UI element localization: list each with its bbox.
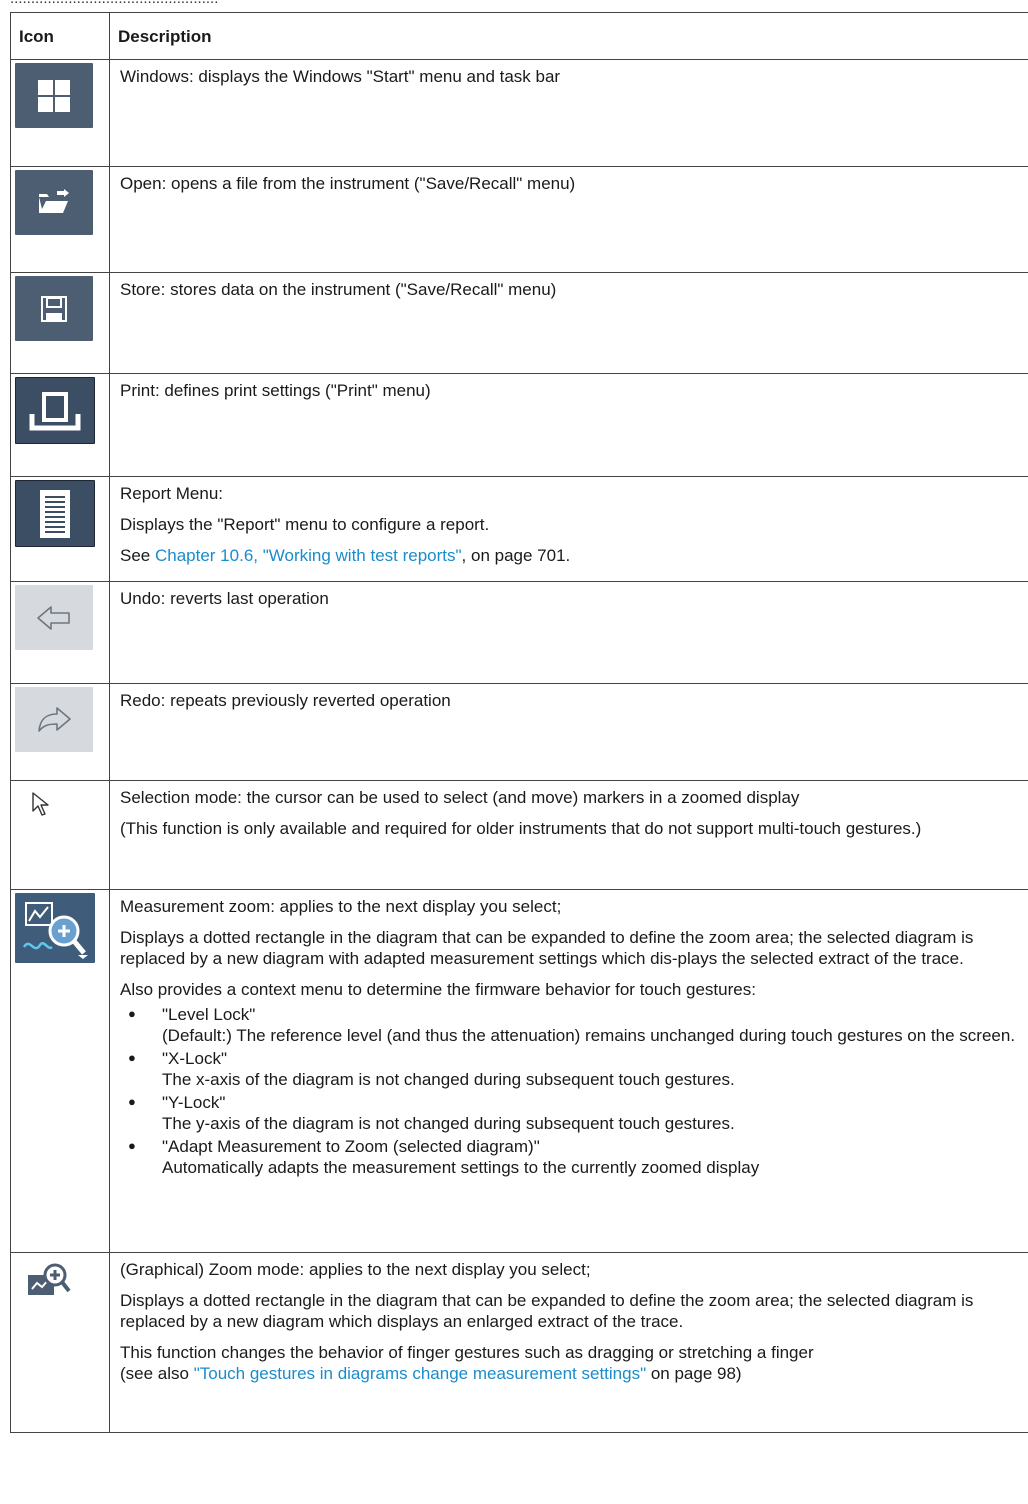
measurement-zoom-icon [15,893,95,963]
table-row: (Graphical) Zoom mode: applies to the ne… [10,1252,1028,1433]
open-folder-icon [15,170,93,235]
description-text: Store: stores data on the instrument ("S… [120,280,557,299]
table-row: Open: opens a file from the instrument (… [10,166,1028,273]
chapter-link[interactable]: Chapter 10.6, "Working with test reports… [155,546,462,565]
description-text: Selection mode: the cursor can be used t… [120,788,800,807]
description-text: (This function is only available and req… [120,819,922,838]
table-row: Measurement zoom: applies to the next di… [10,889,1028,1253]
icon-table: Icon Description Windows: displays the W… [10,12,1028,1433]
see-reference: (see also "Touch gestures in diagrams ch… [120,1363,1019,1384]
table-row: Redo: repeats previously reverted operat… [10,683,1028,781]
see-suffix: , on page 701. [461,546,571,565]
description-text: (Graphical) Zoom mode: applies to the ne… [120,1260,591,1279]
description-text: Redo: repeats previously reverted operat… [120,691,451,710]
table-row: Report Menu: Displays the "Report" menu … [10,476,1028,582]
column-header-icon: Icon [10,12,110,60]
table-row: Windows: displays the Windows "Start" me… [10,59,1028,167]
list-item: "X-Lock"The x-axis of the diagram is not… [120,1047,1019,1090]
graphical-zoom-icon [15,1256,103,1306]
touch-gestures-link[interactable]: "Touch gestures in diagrams change measu… [194,1364,646,1383]
description-text: Open: opens a file from the instrument (… [120,174,576,193]
printer-icon [15,377,95,444]
see-suffix: on page 98) [646,1364,742,1383]
table-row: Store: stores data on the instrument ("S… [10,272,1028,374]
description-text: Print: defines print settings ("Print" m… [120,381,431,400]
cut-off-heading: ........................................… [10,0,310,4]
description-text: Measurement zoom: applies to the next di… [120,897,562,916]
column-header-description: Description [109,12,1028,60]
list-item: "Level Lock"(Default:) The reference lev… [120,1003,1019,1046]
description-text: Undo: reverts last operation [120,589,329,608]
undo-arrow-icon [15,585,93,650]
lock-options-list: "Level Lock"(Default:) The reference lev… [120,1003,1019,1178]
cursor-arrow-icon [15,784,109,824]
report-document-icon [15,480,95,547]
list-item: "Adapt Measurement to Zoom (selected dia… [120,1135,1019,1178]
see-prefix: See [120,546,155,565]
description-text: Report Menu: [120,484,223,503]
floppy-disk-icon [15,276,93,341]
description-text: Displays a dotted rectangle in the diagr… [120,1291,974,1331]
table-row: Print: defines print settings ("Print" m… [10,373,1028,477]
see-reference: See Chapter 10.6, "Working with test rep… [120,545,1019,566]
description-text: Displays the "Report" menu to configure … [120,515,490,534]
description-text: This function changes the behavior of fi… [120,1343,814,1362]
redo-arrow-icon [15,687,93,752]
table-row: Undo: reverts last operation [10,581,1028,684]
see-prefix: (see also [120,1364,194,1383]
description-text: Displays a dotted rectangle in the diagr… [120,928,974,968]
windows-icon [15,63,93,128]
list-item: "Y-Lock"The y-axis of the diagram is not… [120,1091,1019,1134]
table-header-row: Icon Description [10,12,1028,60]
document-page: ........................................… [0,0,1028,1504]
description-text: Windows: displays the Windows "Start" me… [120,67,561,86]
table-row: Selection mode: the cursor can be used t… [10,780,1028,890]
description-text: Also provides a context menu to determin… [120,980,756,999]
